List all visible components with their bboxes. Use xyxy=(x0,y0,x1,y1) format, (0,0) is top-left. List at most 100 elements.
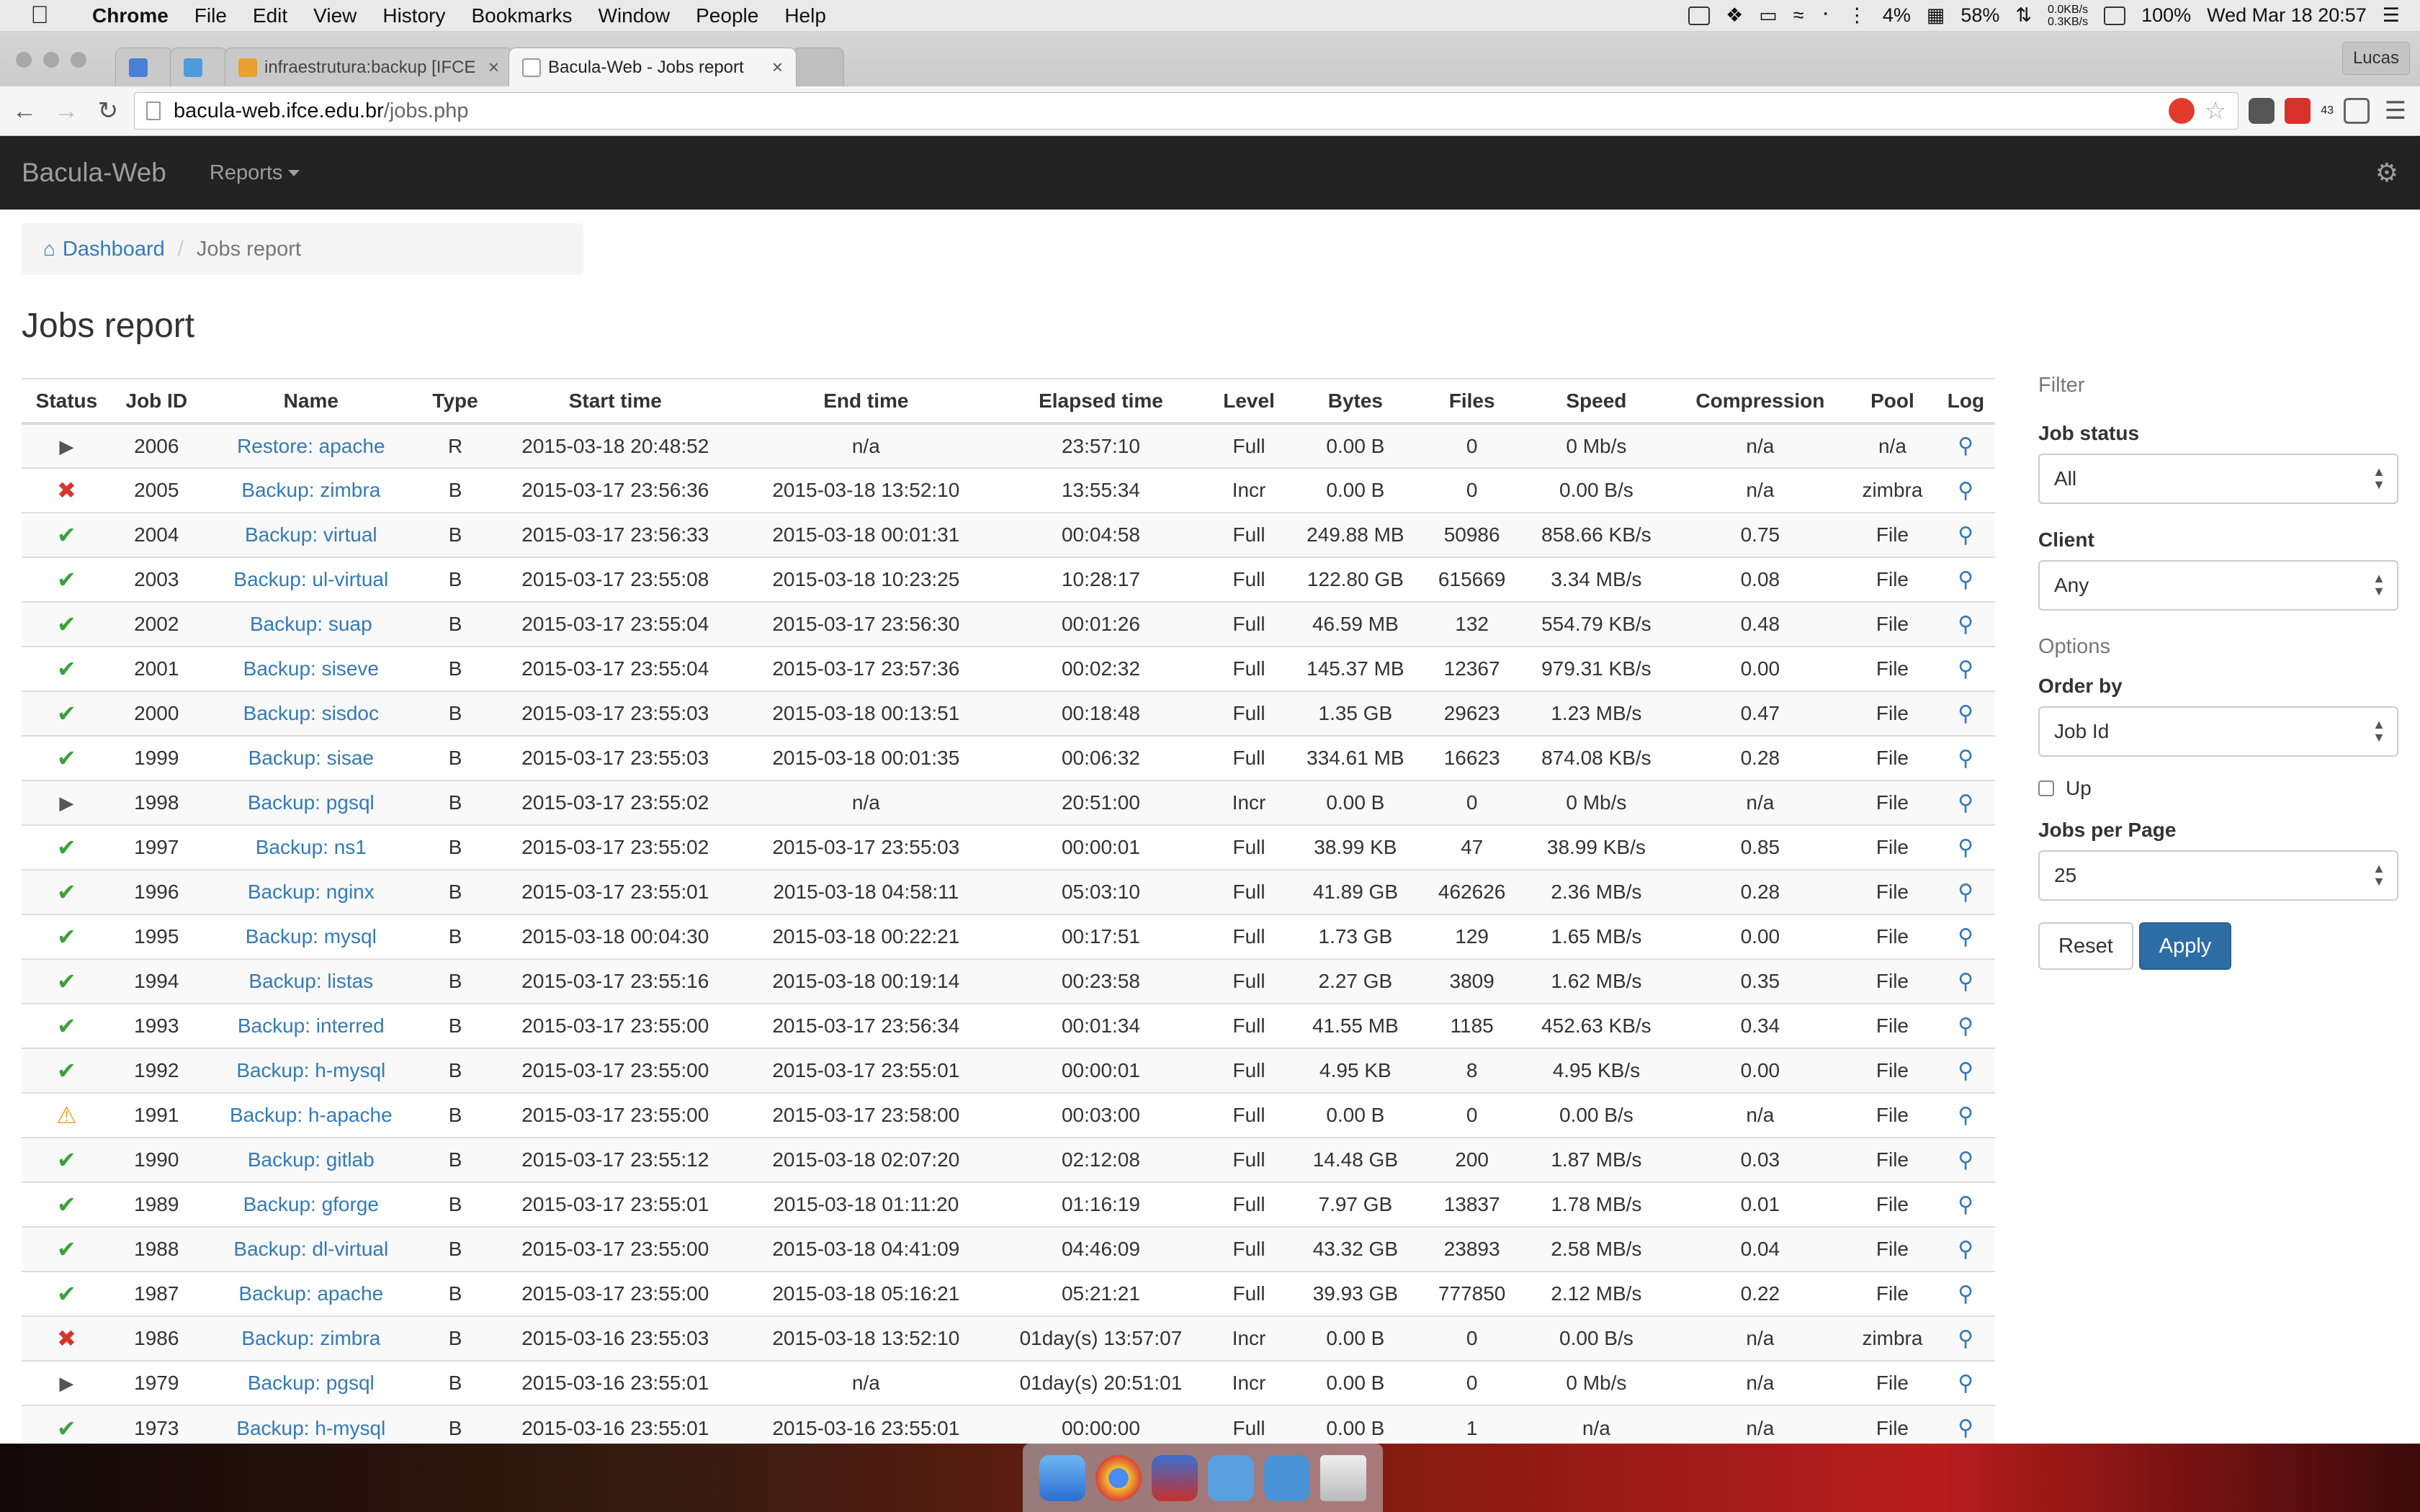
search-log-icon[interactable]: ⚲ xyxy=(1958,1103,1973,1128)
battery-icon[interactable] xyxy=(2104,6,2126,25)
chrome-icon[interactable] xyxy=(1095,1454,1142,1501)
screen-sharing-icon[interactable] xyxy=(1152,1454,1198,1501)
search-log-icon[interactable]: ⚲ xyxy=(1958,791,1973,816)
job-name-link[interactable]: Backup: mysql xyxy=(201,914,421,959)
page-info-icon[interactable] xyxy=(146,102,161,120)
search-log-icon[interactable]: ⚲ xyxy=(1958,969,1973,994)
search-log-icon[interactable]: ⚲ xyxy=(1958,835,1973,860)
trash-icon[interactable] xyxy=(1320,1454,1366,1501)
menu-people[interactable]: People xyxy=(683,4,771,27)
notification-center-icon[interactable]: ☰ xyxy=(2383,4,2400,27)
column-header[interactable]: Elapsed time xyxy=(991,378,1211,425)
column-header[interactable]: Status xyxy=(22,378,112,425)
search-log-icon[interactable]: ⚲ xyxy=(1958,657,1973,682)
profile-button[interactable]: Lucas xyxy=(2341,42,2410,75)
job-name-link[interactable]: Backup: pgsql xyxy=(201,1360,421,1405)
wifi-icon[interactable]: ≈ xyxy=(1793,4,1804,27)
job-name-link[interactable]: Backup: h-mysql xyxy=(201,1405,421,1444)
job-name-link[interactable]: Backup: sisae xyxy=(201,735,421,780)
menu-file[interactable]: File xyxy=(182,4,240,27)
bluetooth-icon[interactable]: ᛫ xyxy=(1820,4,1832,27)
job-name-link[interactable]: Backup: dl-virtual xyxy=(201,1226,421,1272)
reload-icon[interactable]: ↻ xyxy=(92,96,124,125)
job-name-link[interactable]: Backup: interred xyxy=(201,1003,421,1048)
gear-icon[interactable]: ⚙ xyxy=(2375,158,2398,188)
column-header[interactable]: Files xyxy=(1423,378,1521,425)
menu-app-chrome[interactable]: Chrome xyxy=(79,4,182,27)
column-header[interactable]: Job ID xyxy=(111,378,202,425)
pocket-icon[interactable] xyxy=(2249,98,2275,124)
extension-badge-icon[interactable] xyxy=(2285,98,2311,124)
clock[interactable]: Wed Mar 18 20:57 xyxy=(2207,4,2367,27)
tab-infraestrutura-backup[interactable]: infraestrutura:backup [IFCE × xyxy=(225,48,513,86)
bookmark-star-icon[interactable]: ☆ xyxy=(2205,96,2226,125)
search-log-icon[interactable]: ⚲ xyxy=(1958,478,1973,503)
zoom-window-button[interactable] xyxy=(71,52,86,68)
job-name-link[interactable]: Backup: zimbra xyxy=(201,467,421,513)
close-window-button[interactable] xyxy=(16,52,32,68)
search-log-icon[interactable]: ⚲ xyxy=(1958,612,1973,637)
job-name-link[interactable]: Backup: h-mysql xyxy=(201,1048,421,1093)
menu-window[interactable]: Window xyxy=(586,4,684,27)
close-tab-icon[interactable]: × xyxy=(762,56,783,78)
close-tab-icon[interactable]: × xyxy=(478,56,499,78)
search-log-icon[interactable]: ⚲ xyxy=(1958,1058,1973,1084)
tab-bacula-jobs-report[interactable]: Bacula-Web - Jobs report × xyxy=(508,48,797,86)
search-log-icon[interactable]: ⚲ xyxy=(1958,924,1973,950)
new-tab-button[interactable] xyxy=(792,48,844,86)
search-log-icon[interactable]: ⚲ xyxy=(1958,1014,1973,1039)
search-log-icon[interactable]: ⚲ xyxy=(1958,433,1973,459)
tab-inbox[interactable] xyxy=(115,48,173,86)
search-log-icon[interactable]: ⚲ xyxy=(1958,746,1973,771)
job-status-select[interactable]: All ▲ ▼ xyxy=(2038,454,2398,504)
airplay-icon[interactable]: ▭ xyxy=(1759,4,1778,27)
order-by-select[interactable]: Job Id ▲ ▼ xyxy=(2038,706,2398,757)
chrome-menu-icon[interactable]: ☰ xyxy=(2380,96,2411,125)
search-log-icon[interactable]: ⚲ xyxy=(1958,1326,1973,1351)
job-name-link[interactable]: Backup: pgsql xyxy=(201,780,421,825)
menu-bookmarks[interactable]: Bookmarks xyxy=(458,4,585,27)
reports-dropdown[interactable]: Reports xyxy=(210,161,300,185)
search-log-icon[interactable]: ⚲ xyxy=(1958,1416,1973,1441)
minimize-window-button[interactable] xyxy=(43,52,59,68)
cast-icon[interactable] xyxy=(2344,98,2370,124)
search-log-icon[interactable]: ⚲ xyxy=(1958,880,1973,905)
column-header[interactable]: Name xyxy=(201,378,421,425)
job-name-link[interactable]: Backup: virtual xyxy=(201,512,421,557)
job-name-link[interactable]: Backup: h-apache xyxy=(201,1092,421,1138)
job-name-link[interactable]: Backup: sisdoc xyxy=(201,690,421,736)
search-log-icon[interactable]: ⚲ xyxy=(1958,1192,1973,1218)
menu-edit[interactable]: Edit xyxy=(240,4,300,27)
job-name-link[interactable]: Backup: gitlab xyxy=(201,1137,421,1182)
tab-digg[interactable] xyxy=(170,48,228,86)
folder-icon[interactable] xyxy=(1208,1454,1254,1501)
apple-icon[interactable]:  xyxy=(0,1,79,30)
adblock-icon[interactable] xyxy=(2168,98,2195,124)
job-name-link[interactable]: Backup: ul-virtual xyxy=(201,557,421,602)
status-dots-icon[interactable]: ⋮ xyxy=(1847,4,1867,27)
breadcrumb-dashboard-link[interactable]: Dashboard xyxy=(63,238,165,261)
column-header[interactable]: Start time xyxy=(490,378,741,425)
brand-link[interactable]: Bacula-Web xyxy=(22,158,166,188)
dropbox-icon[interactable]: ❖ xyxy=(1726,4,1743,27)
menu-history[interactable]: History xyxy=(369,4,458,27)
back-arrow-icon[interactable]: ← xyxy=(9,97,40,125)
job-name-link[interactable]: Restore: apache xyxy=(201,423,421,468)
search-log-icon[interactable]: ⚲ xyxy=(1958,523,1973,548)
column-header[interactable]: Log xyxy=(1936,378,1995,425)
search-log-icon[interactable]: ⚲ xyxy=(1958,567,1973,593)
column-header[interactable]: Bytes xyxy=(1287,378,1424,425)
search-log-icon[interactable]: ⚲ xyxy=(1958,1237,1973,1262)
job-name-link[interactable]: Backup: gforge xyxy=(201,1182,421,1227)
column-header[interactable]: Compression xyxy=(1672,378,1849,425)
search-log-icon[interactable]: ⚲ xyxy=(1958,1371,1973,1396)
order-up-checkbox[interactable] xyxy=(2038,780,2054,796)
job-name-link[interactable]: Backup: apache xyxy=(201,1271,421,1316)
apply-button[interactable]: Apply xyxy=(2138,922,2232,970)
job-name-link[interactable]: Backup: zimbra xyxy=(201,1315,421,1361)
column-header[interactable]: Type xyxy=(420,378,490,425)
finder-icon[interactable] xyxy=(1039,1454,1085,1501)
column-header[interactable]: End time xyxy=(740,378,992,425)
address-bar[interactable]: bacula-web.ifce.edu.br/jobs.php ☆ xyxy=(134,92,2239,130)
client-select[interactable]: Any ▲ ▼ xyxy=(2038,560,2398,611)
